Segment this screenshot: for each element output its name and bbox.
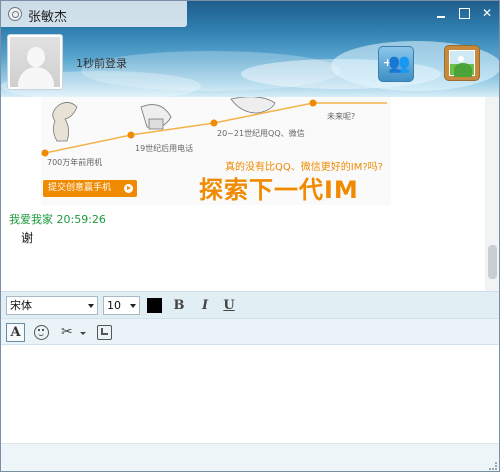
chat-window: 张敏杰 ✕ 1秒前登录 + 👥 700万年前用机 19世纪后用电话 20~21世… — [0, 0, 500, 472]
format-toolbar: 宋体 10 B I U — [1, 291, 499, 318]
font-icon[interactable]: A — [6, 323, 25, 342]
resize-grip[interactable] — [489, 462, 497, 470]
chevron-down-icon — [130, 304, 136, 308]
underline-button[interactable]: U — [221, 297, 237, 314]
screenshot-icon[interactable] — [97, 325, 112, 340]
message-input[interactable] — [1, 345, 499, 443]
submit-idea-label: 提交创意赢手机 — [48, 183, 112, 193]
contact-name[interactable]: 张敏杰 — [28, 6, 67, 25]
font-size-select[interactable]: 10 — [103, 296, 140, 315]
status-text: 1秒前登录 — [76, 57, 127, 70]
message-sender[interactable]: 我爱我家 — [9, 213, 53, 226]
milestone-label: 19世纪后用电话 — [135, 144, 194, 153]
avatar-placeholder — [10, 37, 60, 89]
bottom-bar — [1, 443, 499, 471]
picture-button[interactable] — [444, 45, 480, 81]
milestone-label: 未来呢? — [327, 112, 356, 121]
font-size-value: 10 — [107, 299, 121, 312]
message-text: 谢 — [21, 231, 34, 245]
font-family-value: 宋体 — [10, 299, 32, 312]
avatar[interactable] — [7, 34, 63, 90]
input-scrollbar[interactable] — [489, 345, 499, 443]
hill-shape — [454, 63, 472, 77]
add-contacts-button[interactable]: + 👥 — [378, 46, 414, 82]
milestone-label: 20~21世纪用QQ、微信 — [217, 129, 305, 138]
chat-scrollbar[interactable] — [485, 97, 499, 291]
scrollbar-thumb[interactable] — [488, 245, 497, 279]
milestone-label: 700万年前用机 — [47, 158, 103, 167]
add-contacts-icon: 👥 — [388, 53, 411, 74]
text-color-button[interactable] — [147, 298, 162, 313]
chevron-down-icon — [88, 304, 94, 308]
avatar-head-shape — [27, 47, 45, 67]
chat-history[interactable]: 700万年前用机 19世纪后用电话 20~21世纪用QQ、微信 未来呢? 真的没… — [1, 97, 499, 291]
maximize-icon[interactable] — [456, 6, 472, 20]
title-bar: 张敏杰 — [1, 1, 187, 27]
submit-idea-button[interactable]: 提交创意赢手机 — [43, 180, 137, 197]
qq-contact-icon — [8, 7, 22, 21]
message-time: 20:59:26 — [56, 213, 106, 226]
font-family-select[interactable]: 宋体 — [6, 296, 98, 315]
ad-banner[interactable]: 700万年前用机 19世纪后用电话 20~21世纪用QQ、微信 未来呢? 真的没… — [41, 97, 391, 205]
minimize-icon[interactable] — [433, 6, 449, 20]
scissors-icon[interactable]: ✂ — [61, 323, 79, 341]
italic-button[interactable]: I — [197, 297, 213, 314]
avatar-body-shape — [18, 67, 54, 89]
sun-shape — [458, 56, 464, 62]
message-header: 我爱我家 20:59:26 — [9, 211, 106, 227]
bold-button[interactable]: B — [171, 297, 187, 314]
close-icon[interactable]: ✕ — [479, 6, 495, 20]
chat-header: 张敏杰 ✕ 1秒前登录 + 👥 — [1, 1, 499, 97]
arrow-right-icon — [124, 184, 133, 193]
banner-headline: 探索下一代IM — [199, 176, 359, 204]
chevron-down-icon[interactable] — [80, 332, 86, 335]
picture-icon — [449, 50, 475, 77]
smiley-icon[interactable] — [34, 325, 49, 340]
input-toolbar: A ✂ — [1, 318, 499, 345]
